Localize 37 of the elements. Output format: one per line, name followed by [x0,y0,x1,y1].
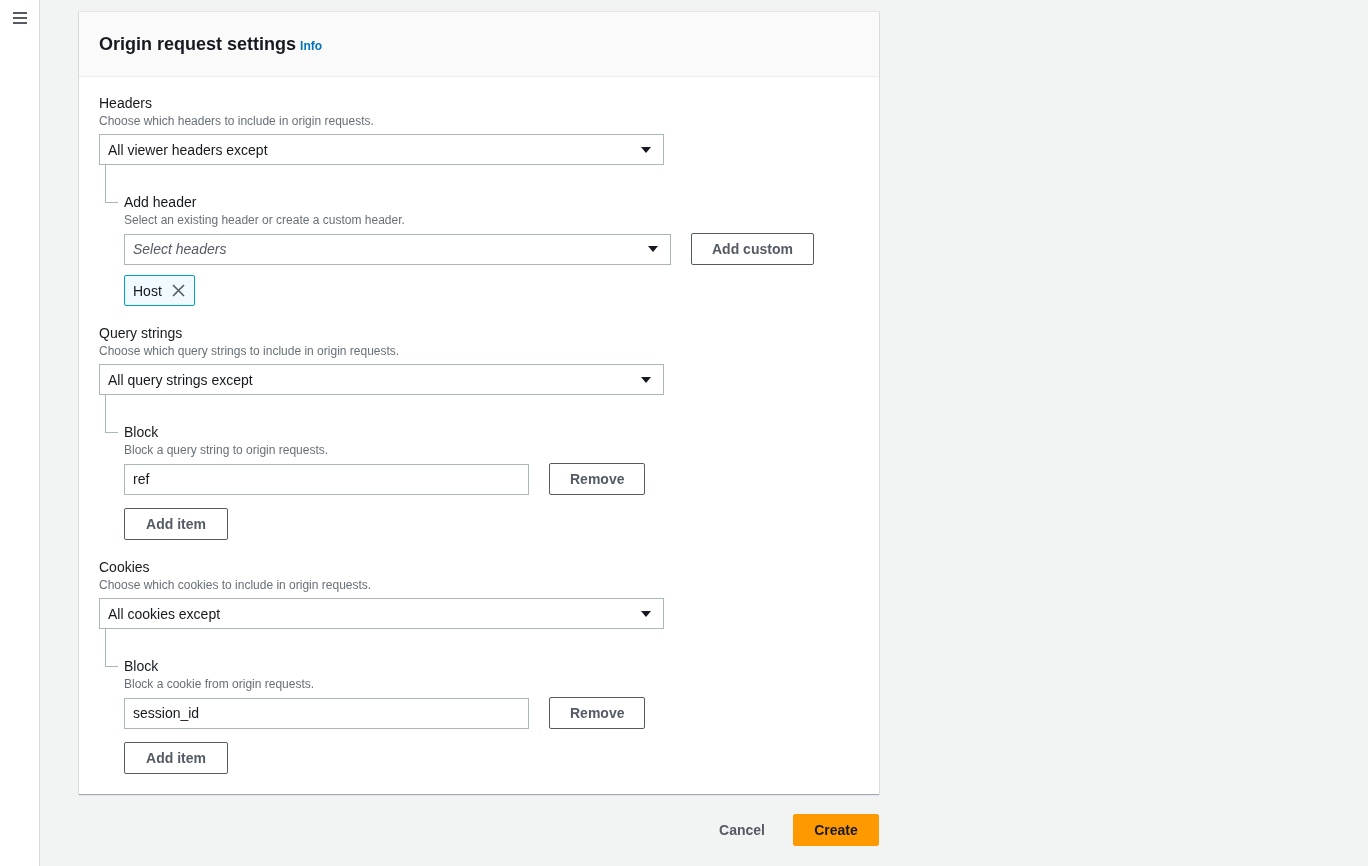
input-field[interactable]: session_id [124,697,529,729]
token-label: Host [133,282,162,299]
tree-connector-line [105,629,118,667]
input-field[interactable]: ref [124,463,529,495]
field-label: Add header [124,193,197,212]
menu-icon[interactable] [12,12,27,24]
field-label: Query strings [99,324,183,343]
field-label: Block [124,657,159,676]
cancel-button[interactable]: Cancel [719,822,765,838]
remove-button[interactable]: Remove [549,697,645,729]
caret-icon [641,146,651,153]
tree-connector-line [105,165,118,203]
dropdown-field[interactable]: All viewer headers except [99,134,664,165]
field-description: Select an existing header or create a custom header. [124,212,405,228]
field-description: Block a query string to origin requests. [124,442,329,458]
field-description: Choose which query strings to include in origin requests. [99,343,400,359]
caret-icon [641,610,651,617]
field-label: Headers [99,94,152,113]
remove-button[interactable]: Remove [549,463,645,495]
field-description: Choose which headers to include in origin requests. [99,113,374,129]
field-label: Block [124,423,159,442]
create-button[interactable]: Create [793,814,879,846]
caret-icon [648,246,658,252]
dropdown-field[interactable]: Select headers [124,233,671,265]
info-link[interactable]: Info [300,39,323,53]
field-description: Block a cookie from origin requests. [124,676,315,692]
tree-connector-line [105,395,118,433]
add-item-button[interactable]: Add item [124,508,228,540]
field-description: Choose which cookies to include in origin requests. [99,577,372,593]
close-icon[interactable] [171,284,185,297]
panel-title: Origin request settings [99,33,297,55]
dropdown-field[interactable]: All query strings except [99,364,664,395]
field-label: Cookies [99,558,150,577]
add-item-button[interactable]: Add item [124,742,228,774]
add-custom-button[interactable]: Add custom [691,233,814,265]
dropdown-field[interactable]: All cookies except [99,598,664,629]
caret-icon [641,376,651,383]
